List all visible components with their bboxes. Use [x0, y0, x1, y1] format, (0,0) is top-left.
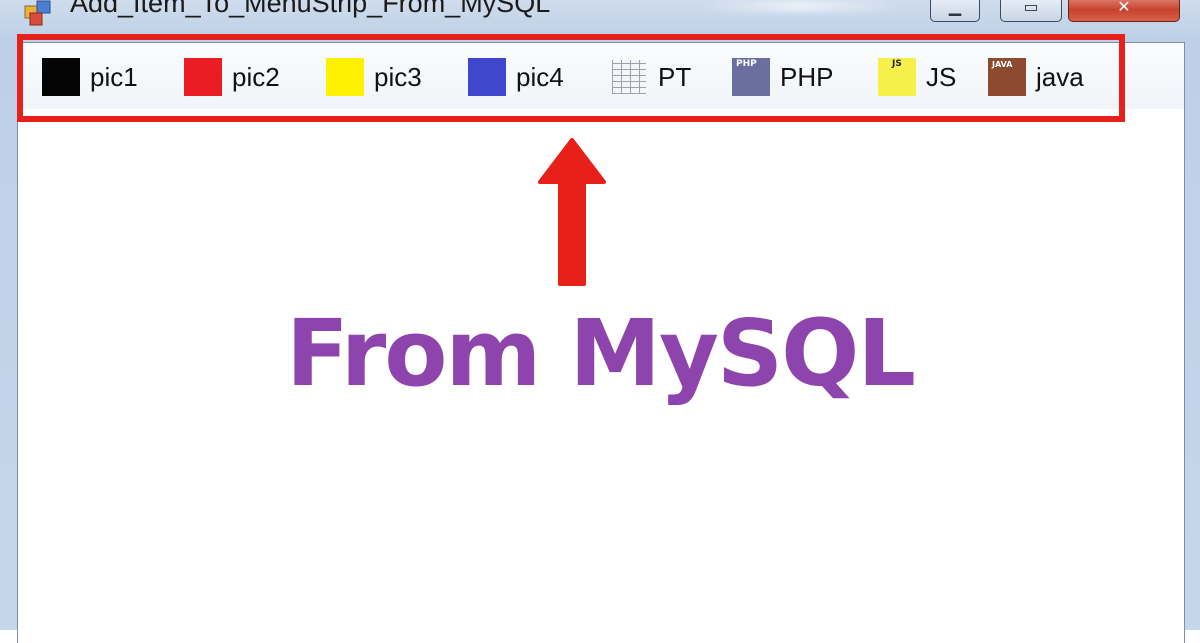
- title-bar-glare: [700, 0, 900, 12]
- minimize-icon: ▁: [948, 0, 962, 16]
- up-arrow-icon: [538, 138, 606, 286]
- title-bar[interactable]: Add_Item_To_MenuStrip_From_MySQL ▁ ▭ ✕: [0, 0, 1200, 34]
- close-icon: ✕: [1117, 0, 1131, 16]
- window-title: Add_Item_To_MenuStrip_From_MySQL: [70, 0, 551, 18]
- form-icon: [24, 0, 51, 26]
- minimize-button[interactable]: ▁: [930, 0, 980, 22]
- menu-strip-highlight-box: [17, 34, 1125, 122]
- maximize-icon: ▭: [1023, 0, 1039, 16]
- close-button[interactable]: ✕: [1068, 0, 1180, 22]
- annotation-caption: From MySQL: [285, 300, 916, 407]
- maximize-button[interactable]: ▭: [1000, 0, 1062, 22]
